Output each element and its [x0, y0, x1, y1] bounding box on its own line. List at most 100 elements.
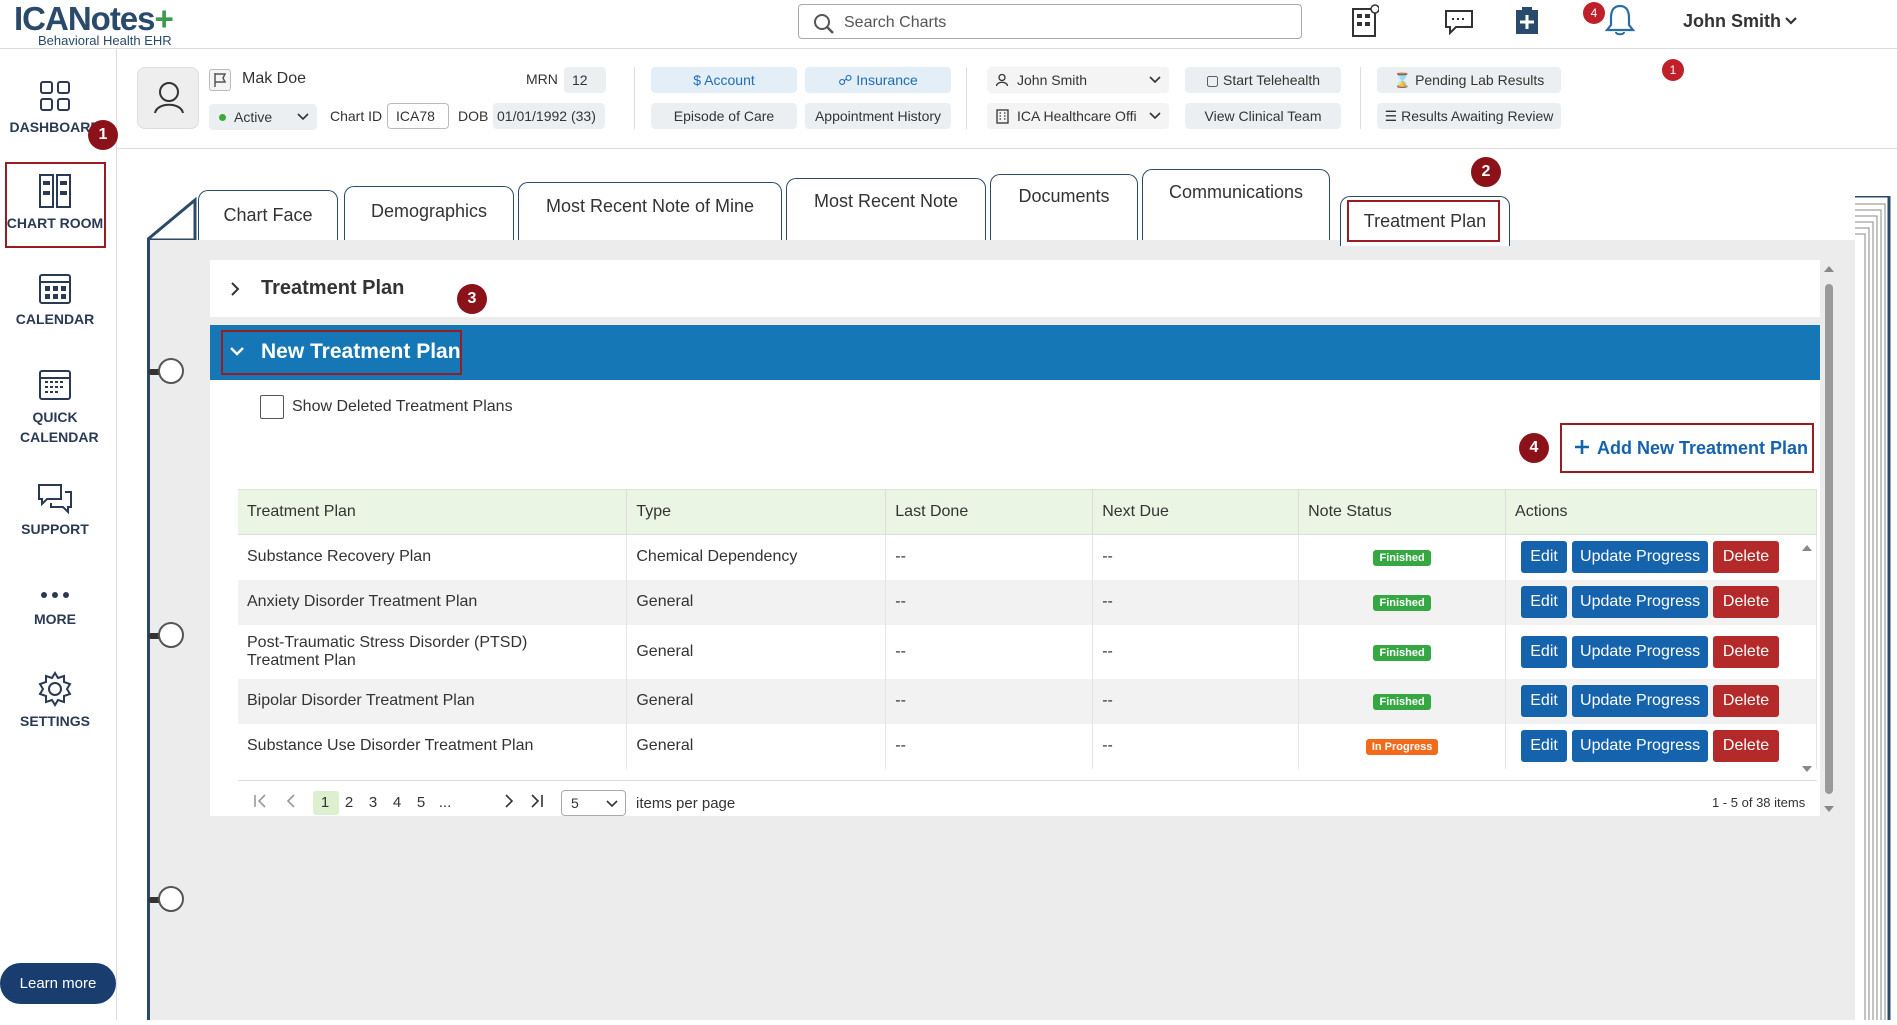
page-number[interactable]: 5 [409, 794, 433, 811]
results-awaiting-review-button[interactable]: ☰ Results Awaiting Review [1377, 103, 1561, 129]
page-number[interactable]: 1 [313, 794, 337, 811]
patient-status: Active [234, 109, 273, 125]
table-scrollbar[interactable] [1800, 537, 1814, 777]
status-badge: Finished [1373, 694, 1431, 710]
add-chart-icon[interactable] [1512, 6, 1542, 36]
cell-last-done: -- [885, 723, 1094, 769]
sidebar-item-label: MORE [34, 611, 76, 627]
patient-status-select[interactable]: Active [209, 104, 317, 130]
episode-of-care-button[interactable]: Episode of Care [651, 103, 797, 129]
first-page-icon[interactable] [253, 794, 267, 808]
table-row[interactable]: Post-Traumatic Stress Disorder (PTSD) Tr… [238, 624, 1817, 679]
table-row[interactable]: Bipolar Disorder Treatment Plan General --… [238, 678, 1817, 724]
view-clinical-team-button[interactable]: View Clinical Team [1185, 103, 1341, 129]
tab-documents[interactable]: Documents [990, 174, 1138, 240]
sidebar-item-more[interactable]: MORE [0, 585, 110, 627]
search-charts-input[interactable]: Search Charts [798, 4, 1302, 39]
top-bar: ICANotes+ Behavioral Health EHR Search C… [0, 0, 1897, 49]
pending-lab-results-button[interactable]: ⌛ Pending Lab Results [1377, 67, 1561, 93]
tab-demographics[interactable]: Demographics [344, 186, 514, 240]
facility-select[interactable]: ICA Healthcare Offi [987, 103, 1169, 129]
update-progress-button[interactable]: Update Progress [1572, 685, 1709, 717]
delete-button[interactable]: Delete [1713, 541, 1780, 574]
calendar-icon [39, 274, 71, 304]
show-deleted-checkbox[interactable] [260, 395, 284, 419]
column-header-treatment-plan[interactable]: Treatment Plan [238, 489, 628, 535]
cell-note-status: Finished [1298, 624, 1507, 679]
update-progress-button[interactable]: Update Progress [1572, 586, 1709, 618]
page-number[interactable]: 2 [337, 794, 361, 811]
video-camera-icon: ▢ [1205, 72, 1224, 88]
plus-icon [1575, 440, 1589, 454]
treatment-plan-section-header[interactable]: Treatment Plan [210, 260, 1820, 317]
chart-cabinet-icon[interactable] [1351, 4, 1379, 38]
start-telehealth-label: Start Telehealth [1223, 72, 1321, 88]
person-icon [995, 73, 1009, 87]
update-progress-button[interactable]: Update Progress [1572, 541, 1709, 574]
start-telehealth-button[interactable]: ▢ Start Telehealth [1185, 67, 1341, 93]
table-row[interactable]: Anxiety Disorder Treatment Plan General --… [238, 579, 1817, 625]
panel-scrollbar[interactable] [1822, 262, 1836, 816]
table-header-row: Treatment Plan Type Last Done Next Due N… [238, 489, 1817, 535]
sidebar-item-label: SUPPORT [21, 521, 89, 537]
sidebar-item-support[interactable]: SUPPORT [0, 483, 110, 537]
flag-icon [214, 73, 227, 87]
chart-room-highlight [5, 162, 106, 248]
appointment-history-button[interactable]: Appointment History [805, 103, 951, 129]
sidebar-item-label: CALENDAR [15, 311, 95, 327]
provider-select[interactable]: John Smith [987, 67, 1169, 93]
page-number[interactable]: 3 [361, 794, 385, 811]
tab-communications[interactable]: Communications [1142, 169, 1330, 240]
dashboard-icon [40, 81, 70, 111]
building-icon [996, 109, 1009, 124]
items-per-page-select[interactable]: 5 [561, 790, 626, 816]
cell-note-status: In Progress [1298, 723, 1507, 769]
messages-icon[interactable] [1444, 9, 1474, 35]
delete-button[interactable]: Delete [1713, 685, 1780, 717]
notifications-bell-icon[interactable] [1604, 3, 1636, 37]
treatment-plan-section-title: Treatment Plan [261, 277, 405, 299]
last-page-icon[interactable] [530, 794, 544, 808]
flag-toggle[interactable] [209, 69, 231, 91]
insurance-button[interactable]: ☍ Insurance [805, 67, 951, 93]
account-button[interactable]: $ Account [651, 67, 797, 93]
hourglass-icon: ⌛ [1393, 72, 1416, 88]
table-row[interactable]: Substance Recovery Plan Chemical Dependen… [238, 534, 1817, 580]
edit-button[interactable]: Edit [1521, 685, 1568, 717]
cell-actions: Edit Update Progress Delete [1505, 624, 1817, 679]
column-header-note-status[interactable]: Note Status [1298, 489, 1507, 535]
previous-page-icon[interactable] [284, 794, 298, 808]
table-row[interactable]: Substance Use Disorder Treatment Plan Gen… [238, 723, 1817, 769]
pager-bar [238, 780, 1817, 816]
column-header-next-due[interactable]: Next Due [1092, 489, 1300, 535]
tab-chart-face[interactable]: Chart Face [198, 190, 338, 240]
next-page-icon[interactable] [502, 794, 516, 808]
tab-most-recent-note[interactable]: Most Recent Note [786, 178, 986, 240]
list-check-icon: ☰ [1384, 108, 1402, 124]
add-new-treatment-plan-button[interactable]: Add New Treatment Plan [1560, 423, 1814, 473]
learn-more-button[interactable]: Learn more [0, 963, 116, 1004]
edit-button[interactable]: Edit [1521, 586, 1568, 618]
column-header-type[interactable]: Type [626, 489, 887, 535]
page-ellipsis[interactable]: ... [433, 794, 457, 811]
update-progress-button[interactable]: Update Progress [1572, 635, 1709, 668]
edit-button[interactable]: Edit [1521, 541, 1568, 574]
search-placeholder: Search Charts [844, 14, 947, 31]
chevron-down-icon[interactable] [1784, 16, 1798, 26]
cell-actions: Edit Update Progress Delete [1505, 678, 1817, 724]
user-menu[interactable]: John Smith [1683, 11, 1781, 32]
tab-most-recent-note-of-mine[interactable]: Most Recent Note of Mine [518, 182, 782, 240]
sidebar-item-settings[interactable]: SETTINGS [0, 671, 110, 729]
delete-button[interactable]: Delete [1713, 730, 1780, 762]
cell-last-done: -- [885, 624, 1094, 679]
page-number[interactable]: 4 [385, 794, 409, 811]
sidebar-item-calendar[interactable]: CALENDAR [0, 271, 110, 327]
sidebar-item-quick-calendar[interactable]: QUICK CALENDAR [0, 367, 110, 447]
edit-button[interactable]: Edit [1521, 635, 1568, 668]
page-stack [1855, 194, 1891, 1020]
update-progress-button[interactable]: Update Progress [1572, 730, 1709, 762]
delete-button[interactable]: Delete [1713, 635, 1780, 668]
edit-button[interactable]: Edit [1521, 730, 1568, 762]
column-header-last-done[interactable]: Last Done [885, 489, 1094, 535]
delete-button[interactable]: Delete [1713, 586, 1780, 618]
